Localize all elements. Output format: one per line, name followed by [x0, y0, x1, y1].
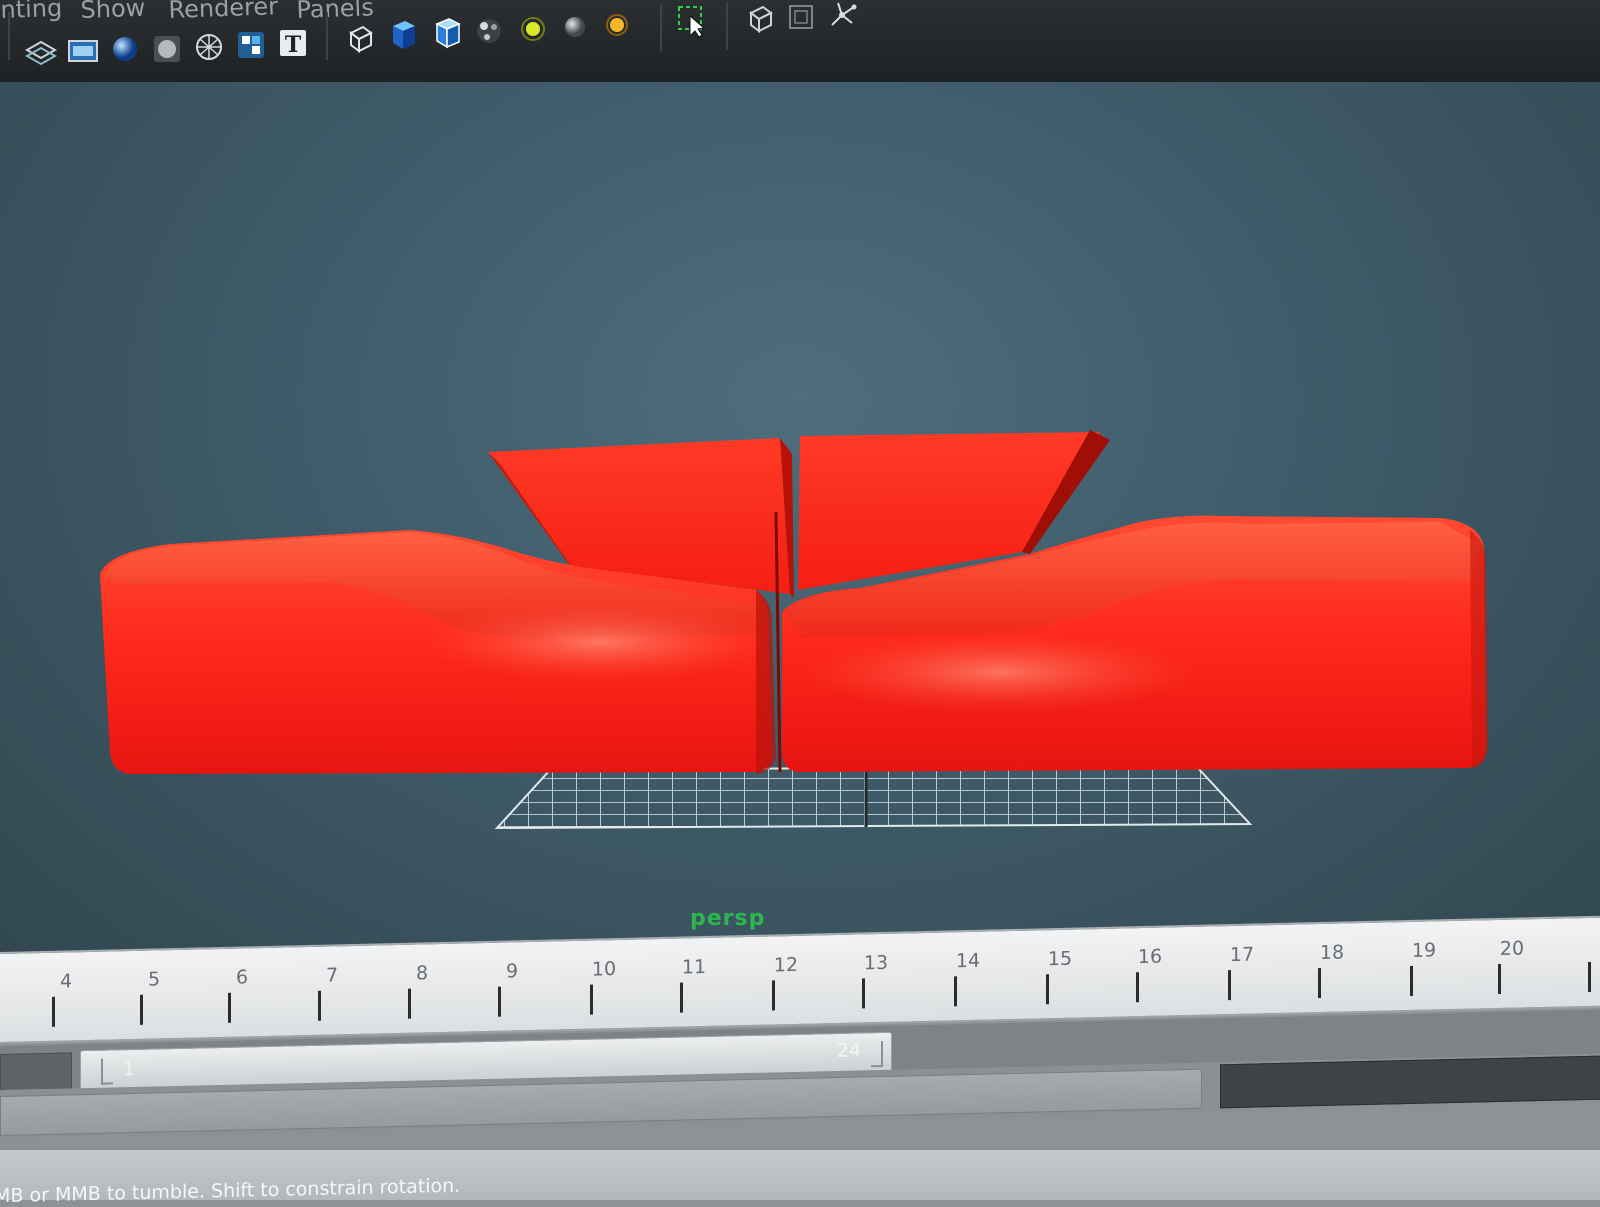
frame-tick [1498, 963, 1501, 995]
default-light-tool[interactable] [516, 12, 550, 46]
flat-light-tool[interactable] [600, 8, 634, 42]
flat-shade-tool[interactable] [150, 32, 184, 66]
textured-tool[interactable] [234, 28, 268, 62]
menu-renderer[interactable]: Renderer [168, 0, 278, 24]
perspective-viewport[interactable]: persp [0, 82, 1600, 982]
menu-show[interactable]: Show [80, 0, 146, 24]
wireframe-cube-tool[interactable] [342, 22, 376, 56]
help-line: MB or MMB to tumble. Shift to constrain … [0, 1150, 1600, 1207]
range-end-value: 24 [836, 1039, 861, 1063]
ground-grid [494, 764, 1253, 830]
frame-tick [318, 990, 321, 1021]
frame-tick [954, 976, 957, 1007]
range-end-handle[interactable] [871, 1040, 883, 1068]
frame-tick [1228, 970, 1231, 1001]
panel-toolbar: nting Show Renderer Panels T [0, 0, 1600, 84]
range-start-handle[interactable] [101, 1058, 113, 1085]
tick-label: 14 [955, 949, 981, 973]
range-start-value: 1 [123, 1057, 136, 1081]
wire-on-shaded-tool[interactable] [430, 16, 464, 50]
tick-label: 18 [1319, 941, 1345, 965]
frame-tick [140, 994, 143, 1025]
isolate-cube-icon [749, 5, 773, 33]
tick-label: 5 [147, 968, 161, 991]
frame-tick [862, 978, 865, 1009]
frame-tick [680, 982, 683, 1013]
tick-label: 6 [235, 966, 249, 989]
frame-tick [772, 980, 775, 1011]
shelf-separator [8, 12, 10, 60]
shelf-separator [726, 2, 728, 50]
scene-canvas[interactable] [0, 82, 1600, 982]
tick-label: 11 [681, 955, 707, 979]
texture-icon [238, 32, 264, 58]
layers-icon [25, 40, 57, 66]
shelf-separator [326, 12, 328, 60]
svg-text:T: T [285, 32, 302, 58]
tick-label: 12 [773, 953, 799, 977]
all-lights-tool[interactable] [558, 10, 592, 44]
text-tool[interactable]: T [276, 26, 310, 60]
command-result-field [1220, 1055, 1600, 1109]
frame-tick [1318, 968, 1321, 999]
isolate-select-tool[interactable] [742, 2, 776, 36]
shelf-separator [660, 4, 662, 52]
frame-tick [1588, 961, 1591, 992]
shaded-sphere-icon [113, 37, 137, 61]
help-line-text: MB or MMB to tumble. Shift to constrain … [0, 1174, 461, 1207]
frame-tick [1410, 965, 1413, 997]
tick-label: 15 [1047, 947, 1073, 971]
smooth-shade-tool[interactable] [108, 32, 142, 66]
resolution-gate-tool[interactable] [784, 0, 818, 34]
tick-label: 10 [591, 958, 617, 981]
tick-label: 20 [1499, 937, 1525, 960]
tick-label: 16 [1137, 945, 1163, 969]
tick-label: 7 [325, 964, 339, 987]
wireframe-icon [196, 34, 222, 60]
xray-icon [477, 19, 501, 43]
frame-tick [498, 986, 501, 1017]
flat-sphere-icon [154, 36, 180, 62]
cube-outline-icon [349, 25, 373, 53]
gray-light-icon [565, 17, 585, 37]
tick-label: 13 [863, 951, 889, 975]
menu-panels[interactable]: Panels [296, 0, 374, 24]
frame-tick [590, 984, 593, 1015]
frame-tick [52, 996, 55, 1027]
select-cursor-icon [678, 6, 706, 38]
wireframe-tool[interactable] [192, 30, 226, 64]
tick-label: 4 [59, 970, 73, 993]
frame-tick [1046, 974, 1049, 1005]
joints-icon [831, 2, 857, 26]
frame-tick [1136, 972, 1139, 1003]
frame-tick [228, 992, 231, 1023]
gate-frame-icon [789, 5, 813, 29]
tick-label: 9 [505, 960, 519, 983]
film-gate-tool[interactable] [66, 34, 100, 68]
sun-light-icon [606, 14, 628, 36]
frame-tick [408, 988, 411, 1019]
camera-attributes-tool[interactable] [24, 36, 58, 70]
shaded-cube-tool[interactable] [386, 18, 420, 52]
light-bulb-icon [521, 17, 545, 41]
select-tool[interactable] [676, 4, 710, 38]
tick-label: 8 [415, 962, 429, 985]
tick-label: 17 [1229, 943, 1255, 967]
blue-cube-icon [393, 21, 415, 49]
joint-display-tool[interactable] [826, 0, 860, 32]
film-gate-icon [68, 40, 98, 62]
camera-name-label: persp [690, 906, 766, 931]
xray-tool[interactable] [472, 14, 506, 48]
tick-label: 19 [1411, 939, 1437, 962]
text-icon: T [280, 30, 306, 58]
wire-shaded-cube-icon [435, 18, 461, 49]
